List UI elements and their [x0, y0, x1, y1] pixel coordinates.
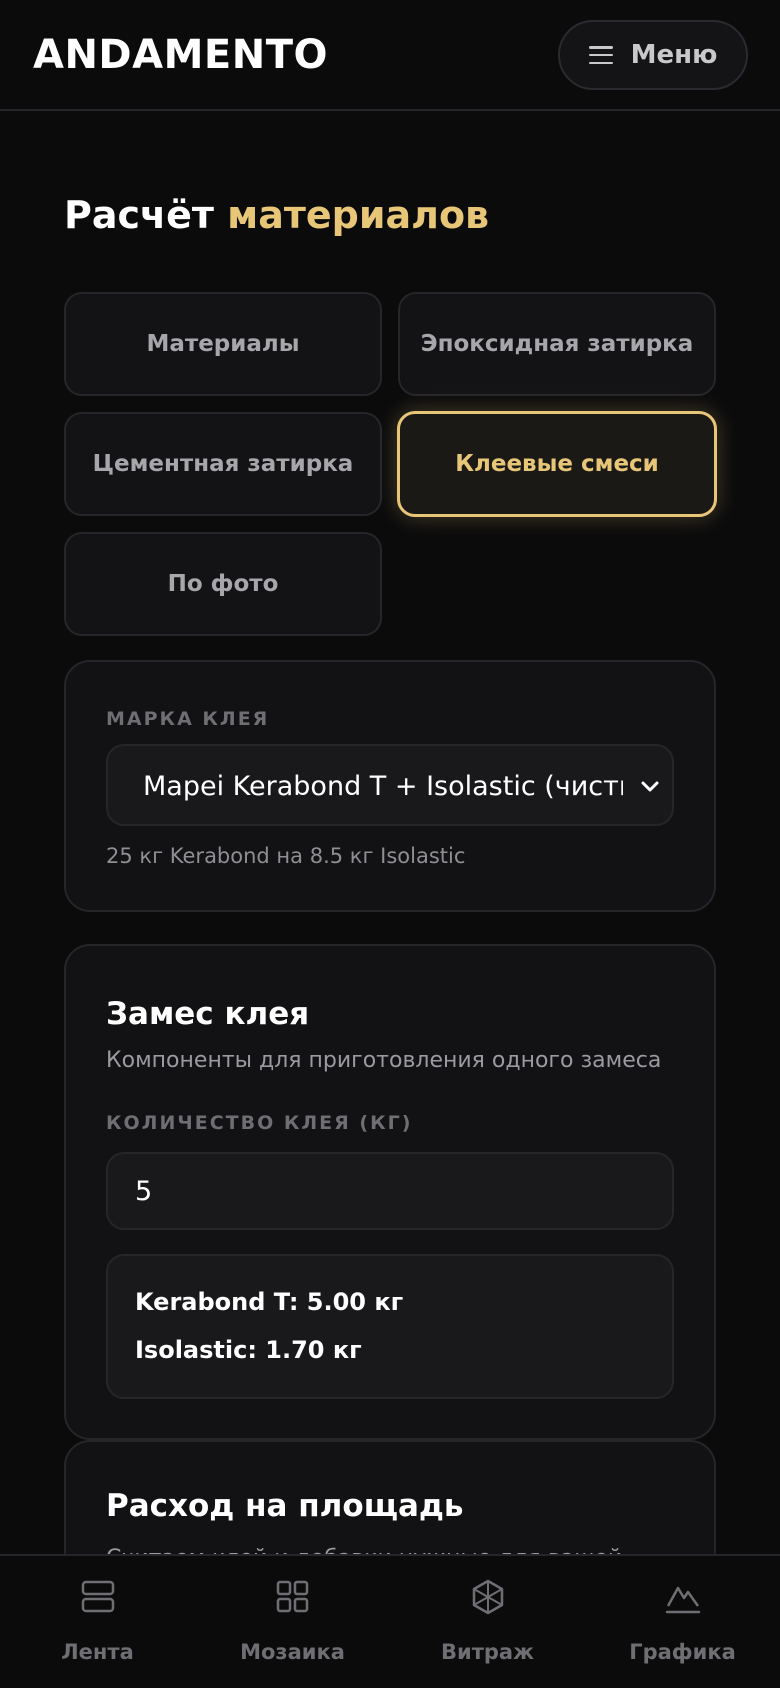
tab-materials[interactable]: Материалы: [64, 292, 382, 396]
logo[interactable]: ANDAMENTO: [33, 32, 328, 78]
bottom-nav: Лента Мозаика Витраж Графика: [0, 1554, 780, 1688]
page-title-main: Расчёт: [64, 193, 214, 237]
tab-adhesive-mixes[interactable]: Клеевые смеси: [397, 411, 717, 517]
page-title-accent: материалов: [227, 193, 490, 237]
result-isolastic: Isolastic: 1.70 кг: [135, 1336, 362, 1364]
adhesive-brand-label: МАРКА КЛЕЯ: [106, 708, 270, 730]
nav-label-graphics: Графика: [629, 1640, 736, 1664]
header: ANDAMENTO Меню: [0, 0, 780, 111]
qty-value: 5: [135, 1176, 153, 1207]
adhesive-brand-hint: 25 кг Kerabond на 8.5 кг Isolastic: [106, 844, 466, 868]
page-title: Расчёт материалов: [64, 193, 489, 237]
adhesive-mix-card: Замес клея Компоненты для приготовления …: [64, 944, 716, 1440]
nav-label-stained-glass: Витраж: [441, 1640, 534, 1664]
area-card-title: Расход на площадь: [106, 1488, 464, 1524]
mix-card-title: Замес клея: [106, 996, 310, 1032]
menu-label: Меню: [630, 40, 718, 70]
nav-label-mosaic: Мозаика: [240, 1640, 345, 1664]
nav-item-feed[interactable]: Лента: [0, 1556, 195, 1688]
qty-label: КОЛИЧЕСТВО КЛЕЯ (КГ): [106, 1112, 413, 1134]
mix-card-subtitle: Компоненты для приготовления одного заме…: [106, 1048, 662, 1073]
chevron-down-icon: [641, 781, 659, 792]
tab-epoxy-grout[interactable]: Эпоксидная затирка: [398, 292, 716, 396]
adhesive-brand-card: МАРКА КЛЕЯ Mapei Kerabond T + Isolastic …: [64, 660, 716, 912]
menu-button[interactable]: Меню: [558, 20, 748, 90]
grid-icon: [276, 1580, 308, 1613]
qty-input[interactable]: 5: [106, 1152, 674, 1230]
nav-item-mosaic[interactable]: Мозаика: [195, 1556, 390, 1688]
mix-result-box: Kerabond T: 5.00 кг Isolastic: 1.70 кг: [106, 1254, 674, 1399]
nav-item-stained-glass[interactable]: Витраж: [390, 1556, 585, 1688]
adhesive-brand-select[interactable]: Mapei Kerabond T + Isolastic (чисты: [106, 744, 674, 826]
adhesive-brand-value: Mapei Kerabond T + Isolastic (чисты: [143, 771, 623, 802]
stained-glass-icon: [472, 1579, 503, 1615]
tab-by-photo[interactable]: По фото: [64, 532, 382, 636]
nav-item-graphics[interactable]: Графика: [585, 1556, 780, 1688]
result-kerabond: Kerabond T: 5.00 кг: [135, 1288, 404, 1316]
nav-label-feed: Лента: [61, 1640, 134, 1664]
hamburger-icon: [588, 46, 613, 64]
tab-cement-grout[interactable]: Цементная затирка: [64, 412, 382, 516]
feed-icon: [81, 1580, 114, 1613]
mountain-icon: [665, 1586, 700, 1614]
